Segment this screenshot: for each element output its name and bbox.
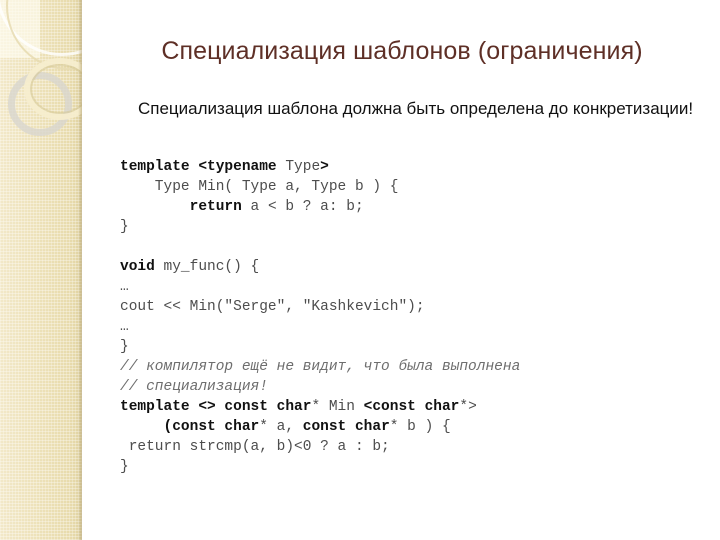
code-text: * a,: [259, 419, 303, 435]
code-text: …: [120, 319, 129, 335]
code-text: * b ) {: [389, 419, 451, 435]
code-keyword: const char: [172, 419, 260, 435]
code-keyword: const char: [302, 419, 390, 435]
code-block: template <typename Type> Type Min( Type …: [120, 157, 520, 477]
code-keyword: void: [120, 259, 155, 275]
decorative-sidebar: [0, 0, 82, 540]
code-line: return strcmp(a, b)<0 ? a : b;: [120, 437, 520, 457]
code-text: Type Min( Type a, Type b ) {: [120, 179, 399, 195]
code-line: }: [120, 217, 520, 237]
code-keyword: (: [120, 419, 173, 435]
code-text: a < b ? a: b;: [241, 199, 364, 215]
code-text: }: [120, 219, 129, 235]
code-text: // компилятор ещё не видит, что была вып…: [120, 359, 521, 375]
code-line: // специализация!: [120, 377, 520, 397]
code-line: (const char* a, const char* b ) {: [120, 417, 520, 437]
code-line: return a < b ? a: b;: [120, 197, 520, 217]
slide: Специализация шаблонов (ограничения) Спе…: [0, 0, 720, 540]
page-title: Специализация шаблонов (ограничения): [161, 37, 643, 65]
intro-paragraph: Специализация шаблона должна быть опреде…: [138, 99, 694, 118]
code-keyword: <const char: [363, 399, 460, 415]
code-text: }: [120, 459, 129, 475]
sidebar-edge-shade: [78, 0, 82, 540]
code-line: template <typename Type>: [120, 157, 520, 177]
code-text: cout << Min("Serge", "Kashkevich");: [120, 299, 425, 315]
code-text: Type: [276, 159, 321, 175]
code-keyword: >: [320, 159, 329, 175]
code-line: …: [120, 277, 520, 297]
code-keyword: template <typename: [120, 159, 277, 175]
code-line: …: [120, 317, 520, 337]
code-line: }: [120, 457, 520, 477]
code-line: cout << Min("Serge", "Kashkevich");: [120, 297, 520, 317]
code-line: }: [120, 337, 520, 357]
code-line: void my_func() {: [120, 257, 520, 277]
code-keyword: return: [189, 199, 242, 215]
code-text: …: [120, 279, 129, 295]
cream-ring-inner-icon: [30, 64, 82, 114]
code-text: my_func() {: [154, 259, 260, 275]
code-text: *>: [459, 399, 477, 415]
code-text: }: [120, 339, 129, 355]
code-line: Type Min( Type a, Type b ) {: [120, 177, 520, 197]
code-line: // компилятор ещё не видит, что была вып…: [120, 357, 520, 377]
code-line: template <> const char* Min <const char*…: [120, 397, 520, 417]
code-text: // специализация!: [120, 379, 268, 395]
code-text: return strcmp(a, b)<0 ? a : b;: [120, 439, 390, 455]
code-keyword: template <> const char: [120, 399, 312, 415]
code-text: * Min: [311, 399, 364, 415]
code-line: [120, 237, 520, 257]
